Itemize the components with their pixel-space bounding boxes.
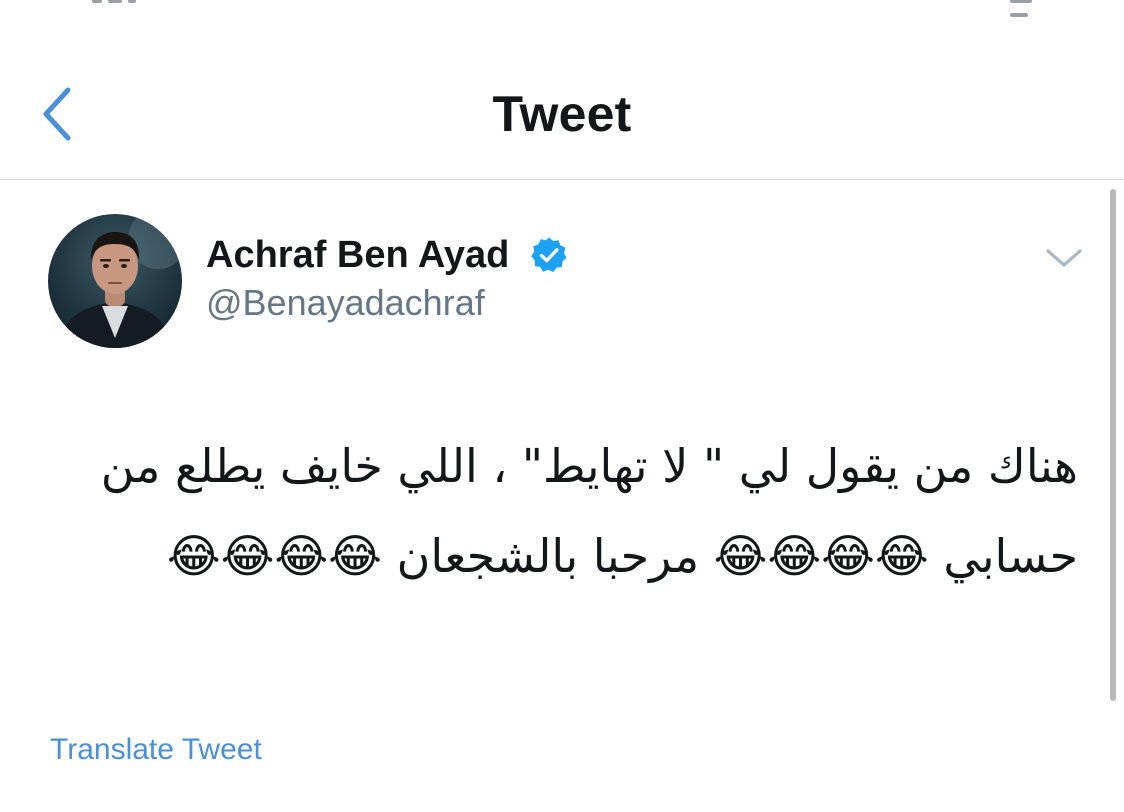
chevron-down-icon <box>1046 249 1082 267</box>
navigation-header: Tweet <box>0 0 1124 180</box>
tweet-menu-button[interactable] <box>1042 243 1086 273</box>
author-name[interactable]: Achraf Ben Ayad <box>206 233 509 277</box>
verified-badge-icon <box>531 237 567 272</box>
author-handle[interactable]: @Benayadachraf <box>206 281 485 325</box>
scrollbar[interactable] <box>1110 189 1116 701</box>
tweet-text: هناك من يقول لي " لا تهايط" ، اللي خايف … <box>100 439 1078 583</box>
tweet-detail-screen: Tweet Achraf Ben Ayad @Benayadachraf هنا… <box>0 0 1124 812</box>
page-title: Tweet <box>492 86 632 142</box>
avatar[interactable] <box>48 214 182 348</box>
translate-tweet-link[interactable]: Translate Tweet <box>50 732 262 768</box>
avatar-photo <box>58 214 182 348</box>
tweet-card: Achraf Ben Ayad @Benayadachraf هناك من ي… <box>0 181 1124 812</box>
